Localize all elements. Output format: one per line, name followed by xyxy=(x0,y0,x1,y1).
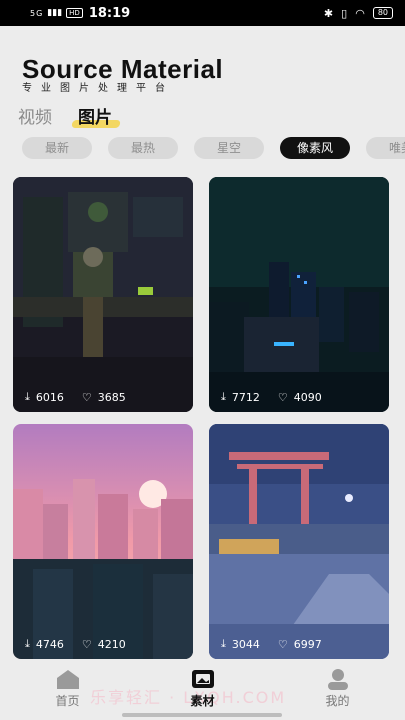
chip-pixel[interactable]: 像素风 xyxy=(280,137,350,159)
image-card[interactable]: ⤓ 4746 ♡ 4210 xyxy=(13,424,193,659)
download-icon[interactable]: ⤓ xyxy=(25,390,30,404)
heart-icon[interactable]: ♡ xyxy=(278,391,288,404)
image-card[interactable]: ⤓ 6016 ♡ 3685 xyxy=(13,177,193,412)
signal-bars-icon: ▮▮▮ xyxy=(47,8,63,18)
nav-material[interactable]: 素材 xyxy=(163,668,243,709)
gallery-icon xyxy=(191,670,214,688)
heart-icon[interactable]: ♡ xyxy=(278,638,288,651)
card-stats: ⤓ 6016 ♡ 3685 xyxy=(25,390,126,404)
like-count: 4210 xyxy=(97,637,126,651)
like-count: 4090 xyxy=(293,390,322,404)
image-card[interactable]: ⤓ 3044 ♡ 6997 xyxy=(209,424,389,659)
chip-aesthetic[interactable]: 唯美 xyxy=(366,137,405,159)
tab-video[interactable]: 视频 xyxy=(18,103,52,128)
chip-starry[interactable]: 星空 xyxy=(194,137,264,159)
bluetooth-icon: ✱ xyxy=(323,6,334,20)
home-icon xyxy=(56,670,79,689)
nav-home-label: 首页 xyxy=(55,694,80,708)
pixel-sunset-city-image xyxy=(13,424,193,659)
nav-profile-label: 我的 xyxy=(325,694,350,708)
like-count: 6997 xyxy=(293,637,322,651)
tab-image[interactable]: 图片 xyxy=(78,103,112,128)
media-tabs: 视频 图片 xyxy=(18,103,112,128)
card-stats: ⤓ 3044 ♡ 6997 xyxy=(221,637,322,651)
heart-icon[interactable]: ♡ xyxy=(82,638,92,651)
home-indicator[interactable] xyxy=(122,713,282,717)
card-stats: ⤓ 7712 ♡ 4090 xyxy=(221,390,322,404)
download-count: 7712 xyxy=(231,390,260,404)
download-icon[interactable]: ⤓ xyxy=(221,390,226,404)
signal-indicator: 5G xyxy=(30,8,44,18)
nav-profile[interactable]: 我的 xyxy=(298,668,378,709)
pixel-room-image xyxy=(13,177,193,412)
clock: 18:19 xyxy=(88,5,131,21)
download-icon[interactable]: ⤓ xyxy=(221,637,226,651)
status-bar: 5G ▮▮▮ HD 18:19 ✱ ▯ ◠ 80 xyxy=(0,0,405,26)
battery-indicator: 80 xyxy=(372,7,393,19)
chip-hottest[interactable]: 最热 xyxy=(108,137,178,159)
download-icon[interactable]: ⤓ xyxy=(25,637,30,651)
nav-material-label: 素材 xyxy=(190,694,215,708)
category-chips: 最新 最热 星空 像素风 唯美 xyxy=(22,137,405,159)
user-icon xyxy=(327,669,348,690)
image-card[interactable]: ⤓ 7712 ♡ 4090 xyxy=(209,177,389,412)
download-count: 6016 xyxy=(35,390,64,404)
wifi-icon: ◠ xyxy=(355,6,365,20)
chip-latest[interactable]: 最新 xyxy=(22,137,92,159)
download-count: 3044 xyxy=(231,637,260,651)
pixel-shrine-image xyxy=(209,424,389,659)
like-count: 3685 xyxy=(97,390,126,404)
pixel-night-city-image xyxy=(209,177,389,412)
page-subtitle: 专业图片处理平台 xyxy=(22,83,174,94)
heart-icon[interactable]: ♡ xyxy=(82,391,92,404)
nav-home[interactable]: 首页 xyxy=(28,668,108,709)
download-count: 4746 xyxy=(35,637,64,651)
network-badge: HD xyxy=(66,8,83,18)
vibrate-icon: ▯ xyxy=(341,6,348,20)
card-stats: ⤓ 4746 ♡ 4210 xyxy=(25,637,126,651)
